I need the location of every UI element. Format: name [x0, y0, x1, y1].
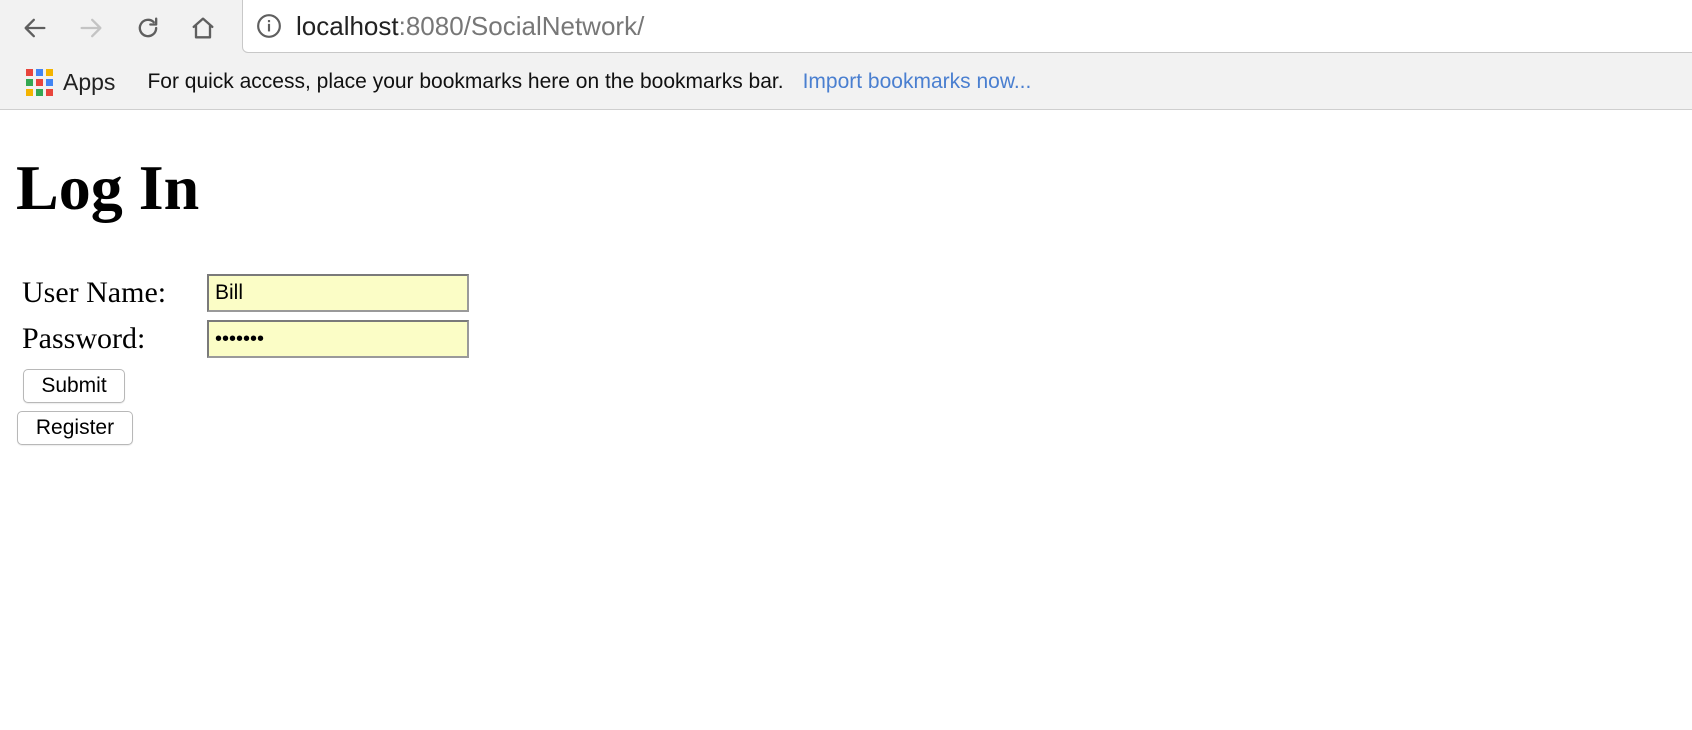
- apps-grid-dot: [36, 88, 43, 96]
- home-icon: [192, 17, 214, 39]
- apps-grid-dot: [46, 88, 53, 96]
- password-label: Password:: [22, 322, 146, 355]
- forward-button[interactable]: [71, 8, 111, 48]
- apps-grid-dot: [46, 78, 53, 86]
- reload-icon: [138, 17, 158, 38]
- page-title: Log In: [16, 152, 200, 223]
- info-icon[interactable]: [255, 12, 283, 40]
- bookmarks-hint-text: For quick access, place your bookmarks h…: [147, 70, 784, 93]
- browser-chrome: localhost:8080/SocialNetwork/ Apps For q…: [0, 0, 1692, 110]
- back-arrow-icon: [24, 18, 46, 38]
- page-content: Log In User Name: Password: Submit Regis…: [0, 110, 1692, 730]
- apps-grid-dot: [26, 78, 33, 86]
- apps-grid-dot: [36, 68, 43, 76]
- reload-button[interactable]: [128, 8, 168, 48]
- password-row: Password:: [22, 320, 469, 358]
- apps-grid-dot: [26, 68, 33, 76]
- apps-grid-icon: [26, 68, 53, 96]
- apps-label: Apps: [63, 68, 116, 95]
- home-button[interactable]: [183, 8, 223, 48]
- address-bar[interactable]: localhost:8080/SocialNetwork/: [242, 0, 1692, 53]
- apps-grid-dot: [26, 88, 33, 96]
- apps-grid-dot: [36, 78, 43, 86]
- bookmarks-bar: Apps For quick access, place your bookma…: [0, 60, 1692, 104]
- username-row: User Name:: [22, 274, 469, 312]
- url-host: localhost: [296, 10, 399, 41]
- url-path: :8080/SocialNetwork/: [398, 10, 645, 41]
- import-bookmarks-link[interactable]: Import bookmarks now...: [803, 70, 1032, 94]
- back-button[interactable]: [15, 8, 55, 48]
- username-label: User Name:: [22, 276, 167, 309]
- username-input[interactable]: [207, 274, 469, 312]
- register-button[interactable]: Register: [17, 411, 133, 445]
- apps-button[interactable]: Apps: [26, 68, 116, 96]
- url-text[interactable]: localhost:8080/SocialNetwork/: [296, 11, 644, 42]
- submit-button[interactable]: Submit: [23, 369, 125, 403]
- browser-toolbar: localhost:8080/SocialNetwork/: [0, 0, 1692, 54]
- forward-arrow-icon: [80, 18, 102, 38]
- password-input[interactable]: [207, 320, 469, 358]
- apps-grid-dot: [46, 68, 53, 76]
